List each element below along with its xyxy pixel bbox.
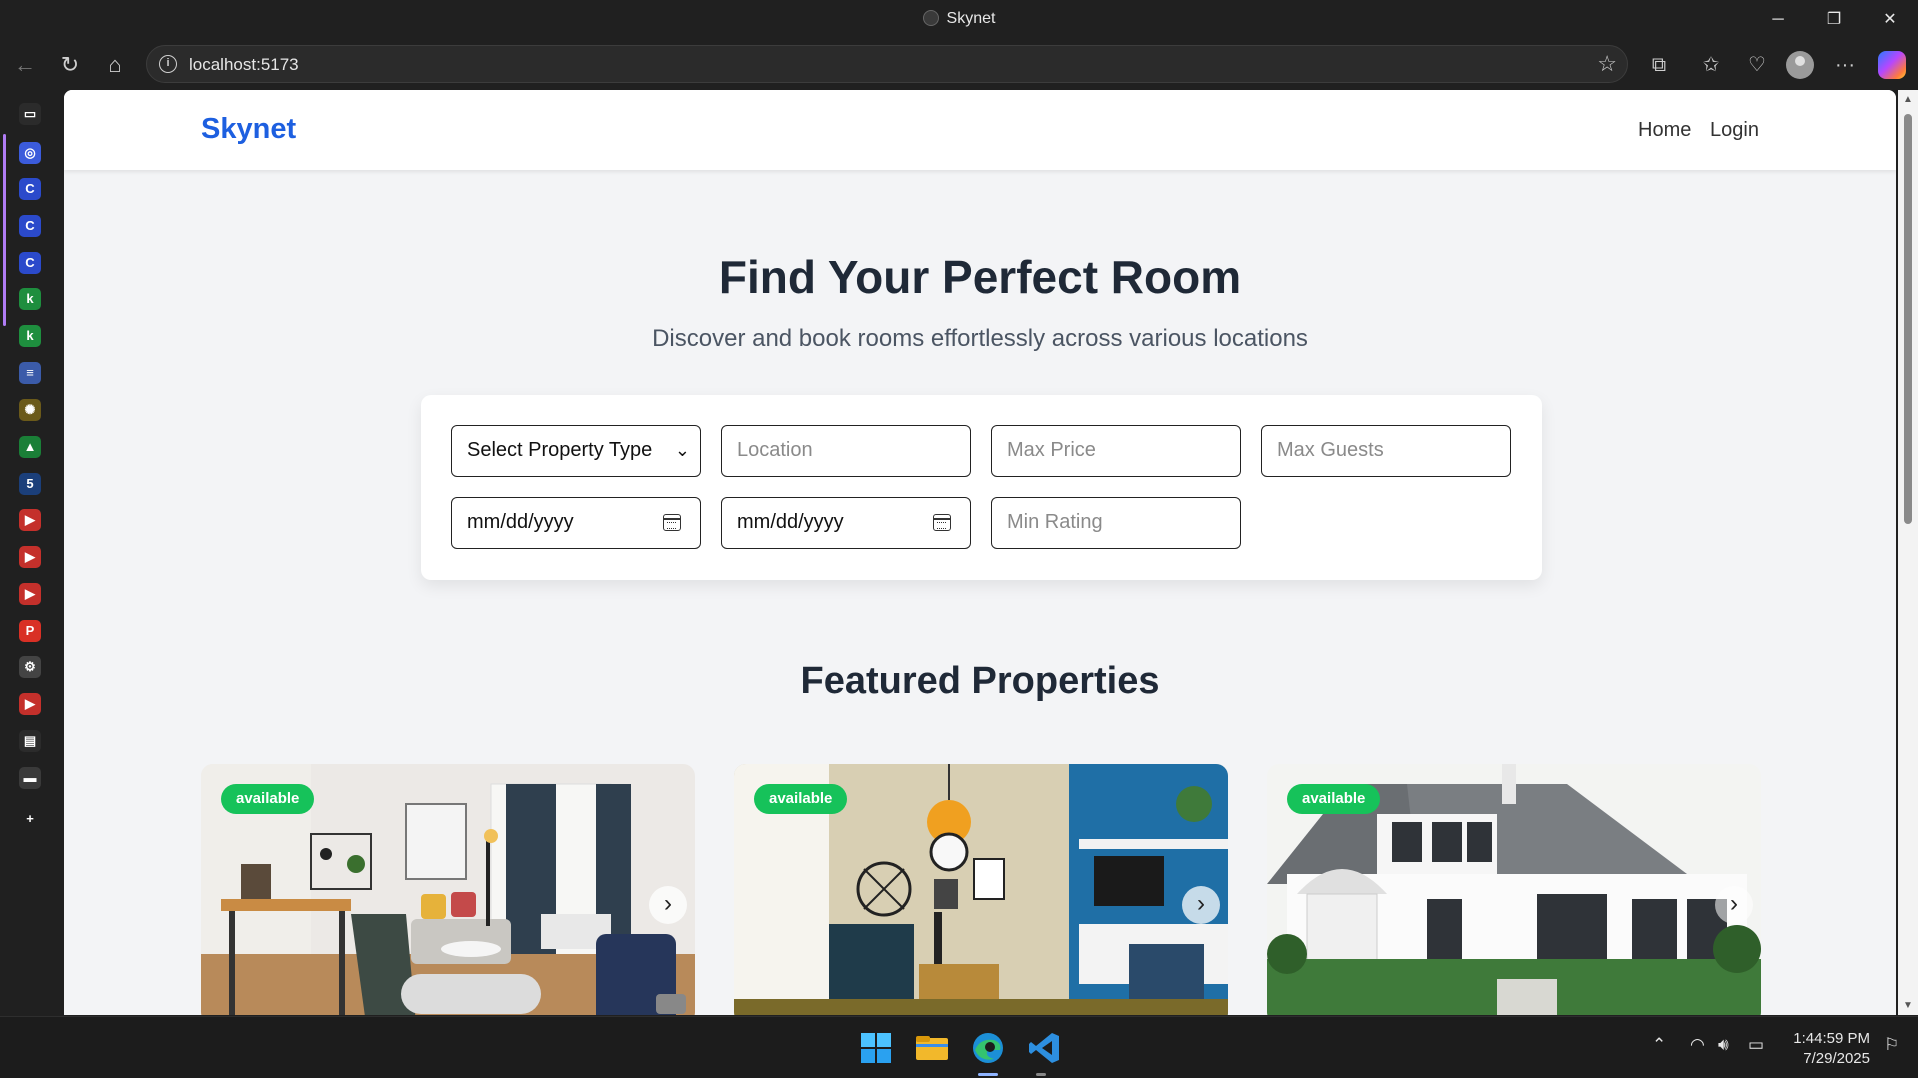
sidebar-app-icon[interactable]: ▶: [19, 693, 41, 715]
sidebar-app-icon[interactable]: ▭: [19, 103, 41, 125]
availability-badge: available: [221, 784, 315, 814]
favorites-icon[interactable]: ✩: [1694, 48, 1728, 82]
nav-link-home[interactable]: Home: [1638, 119, 1691, 142]
chevron-down-icon: ⌄: [674, 440, 690, 460]
wifi-icon[interactable]: ◠: [1690, 1035, 1705, 1055]
favorite-star-icon[interactable]: ☆: [1597, 51, 1617, 77]
featured-properties-title: Featured Properties: [800, 660, 1160, 702]
calendar-icon[interactable]: [933, 514, 951, 531]
edge-browser-icon[interactable]: [970, 1030, 1006, 1066]
scroll-down-icon[interactable]: ▼: [1903, 1000, 1913, 1011]
window-title: Skynet: [0, 10, 1918, 28]
next-image-chevron-icon[interactable]: ›: [1182, 886, 1220, 924]
windows-start-icon[interactable]: [858, 1030, 894, 1066]
windows-taskbar: ⌃ ◠ 🔊︎ ▭ 1:44:59 PM 7/29/2025 ⚐: [0, 1016, 1918, 1078]
calendar-icon[interactable]: [663, 514, 681, 531]
sidebar-app-icon[interactable]: ▶: [19, 509, 41, 531]
address-bar[interactable]: i localhost:5173 ☆: [146, 45, 1628, 83]
scrollbar-thumb[interactable]: [1904, 114, 1912, 524]
next-image-chevron-icon[interactable]: ›: [1715, 886, 1753, 924]
property-card[interactable]: available ›: [734, 764, 1228, 1015]
add-sidebar-app-icon[interactable]: +: [19, 808, 41, 830]
minimize-button[interactable]: ─: [1750, 0, 1806, 40]
sidebar-app-icon[interactable]: C: [19, 252, 41, 274]
clock-date: 7/29/2025: [1803, 1050, 1870, 1067]
search-panel: Select Property Type ⌄ Location Max Pric…: [421, 395, 1542, 580]
sidebar-app-icon[interactable]: ≡: [19, 362, 41, 384]
scroll-up-icon[interactable]: ▲: [1903, 94, 1913, 105]
restore-button[interactable]: ❐: [1806, 0, 1862, 40]
notifications-icon[interactable]: ⚐: [1884, 1035, 1899, 1055]
profile-avatar[interactable]: [1786, 51, 1814, 79]
property-card[interactable]: available ›: [1267, 764, 1761, 1015]
check-in-date-input[interactable]: mm/dd/yyyy: [451, 497, 701, 549]
sidebar-app-icon[interactable]: P: [19, 620, 41, 642]
extensions-icon[interactable]: ⧉: [1642, 48, 1676, 82]
tab-group-accent: [3, 134, 6, 326]
tray-overflow-chevron-icon[interactable]: ⌃: [1652, 1035, 1666, 1055]
property-type-value: Select Property Type: [467, 439, 653, 461]
sidebar-app-icon[interactable]: ▤: [19, 730, 41, 752]
sidebar-app-icon[interactable]: k: [19, 325, 41, 347]
back-icon[interactable]: ←: [8, 48, 42, 82]
check-out-date-text: mm/dd/yyyy: [737, 511, 844, 533]
sidebar-app-icon[interactable]: ✺: [19, 399, 41, 421]
tab-favicon-icon: [922, 10, 939, 26]
nav-link-login[interactable]: Login: [1710, 119, 1759, 142]
location-input[interactable]: Location: [721, 425, 971, 477]
browser-toolbar: ← ↻ ⌂ i localhost:5173 ☆ ⧉ ✩ ♡ ···: [0, 40, 1918, 88]
max-price-input[interactable]: Max Price: [991, 425, 1241, 477]
vscode-icon[interactable]: [1026, 1030, 1062, 1066]
check-out-date-input[interactable]: mm/dd/yyyy: [721, 497, 971, 549]
property-type-select[interactable]: Select Property Type ⌄: [451, 425, 701, 477]
browser-essentials-icon[interactable]: ♡: [1740, 48, 1774, 82]
clock-time: 1:44:59 PM: [1793, 1030, 1870, 1047]
refresh-icon[interactable]: ↻: [53, 48, 87, 82]
page-scrollbar[interactable]: ▲ ▼: [1898, 90, 1918, 1015]
property-card[interactable]: available ›: [201, 764, 695, 1015]
sidebar-app-icon[interactable]: k: [19, 288, 41, 310]
browser-sidebar: ▭ ◎ C C Ck k ≡ ✺ ▲ 5 ▶ ▶ ▶ P ⚙ ▶ ▤ ▬ +: [0, 88, 62, 1016]
copilot-icon[interactable]: [1878, 51, 1906, 79]
url-text[interactable]: localhost:5173: [189, 55, 299, 75]
sidebar-app-icon[interactable]: ▶: [19, 546, 41, 568]
sidebar-app-icon[interactable]: 5: [19, 473, 41, 495]
sidebar-app-icon[interactable]: C: [19, 215, 41, 237]
sidebar-app-icon[interactable]: ▶: [19, 583, 41, 605]
brand-logo[interactable]: Skynet: [201, 113, 296, 146]
window-titlebar: Skynet ─ ❐ ✕: [0, 0, 1918, 40]
sidebar-app-icon[interactable]: ▲: [19, 436, 41, 458]
battery-icon[interactable]: ▭: [1748, 1035, 1764, 1055]
max-guests-input[interactable]: Max Guests: [1261, 425, 1511, 477]
check-in-date-text: mm/dd/yyyy: [467, 511, 574, 533]
hero-title: Find Your Perfect Room: [718, 251, 1242, 303]
sidebar-app-icon[interactable]: ⚙: [19, 656, 41, 678]
home-icon[interactable]: ⌂: [98, 48, 132, 82]
site-info-icon[interactable]: i: [159, 55, 177, 73]
next-image-chevron-icon[interactable]: ›: [649, 886, 687, 924]
page-viewport: Skynet Home Login Find Your Perfect Room…: [64, 90, 1896, 1015]
sidebar-app-icon[interactable]: C: [19, 178, 41, 200]
min-rating-input[interactable]: Min Rating: [991, 497, 1241, 549]
site-navbar: Skynet Home Login: [64, 90, 1896, 170]
sidebar-app-icon[interactable]: ◎: [19, 142, 41, 164]
running-app-indicator: [1036, 1073, 1046, 1076]
close-button[interactable]: ✕: [1862, 0, 1918, 40]
sidebar-app-icon[interactable]: ▬: [19, 767, 41, 789]
more-menu-icon[interactable]: ···: [1828, 48, 1862, 82]
system-clock[interactable]: 1:44:59 PM 7/29/2025: [1793, 1029, 1870, 1069]
availability-badge: available: [754, 784, 848, 814]
availability-badge: available: [1287, 784, 1381, 814]
file-explorer-icon[interactable]: [914, 1030, 950, 1066]
volume-icon[interactable]: 🔊︎: [1718, 1035, 1729, 1055]
hero-subtitle: Discover and book rooms effortlessly acr…: [652, 325, 1308, 352]
active-app-indicator: [978, 1073, 998, 1076]
window-title-text: Skynet: [946, 10, 996, 27]
